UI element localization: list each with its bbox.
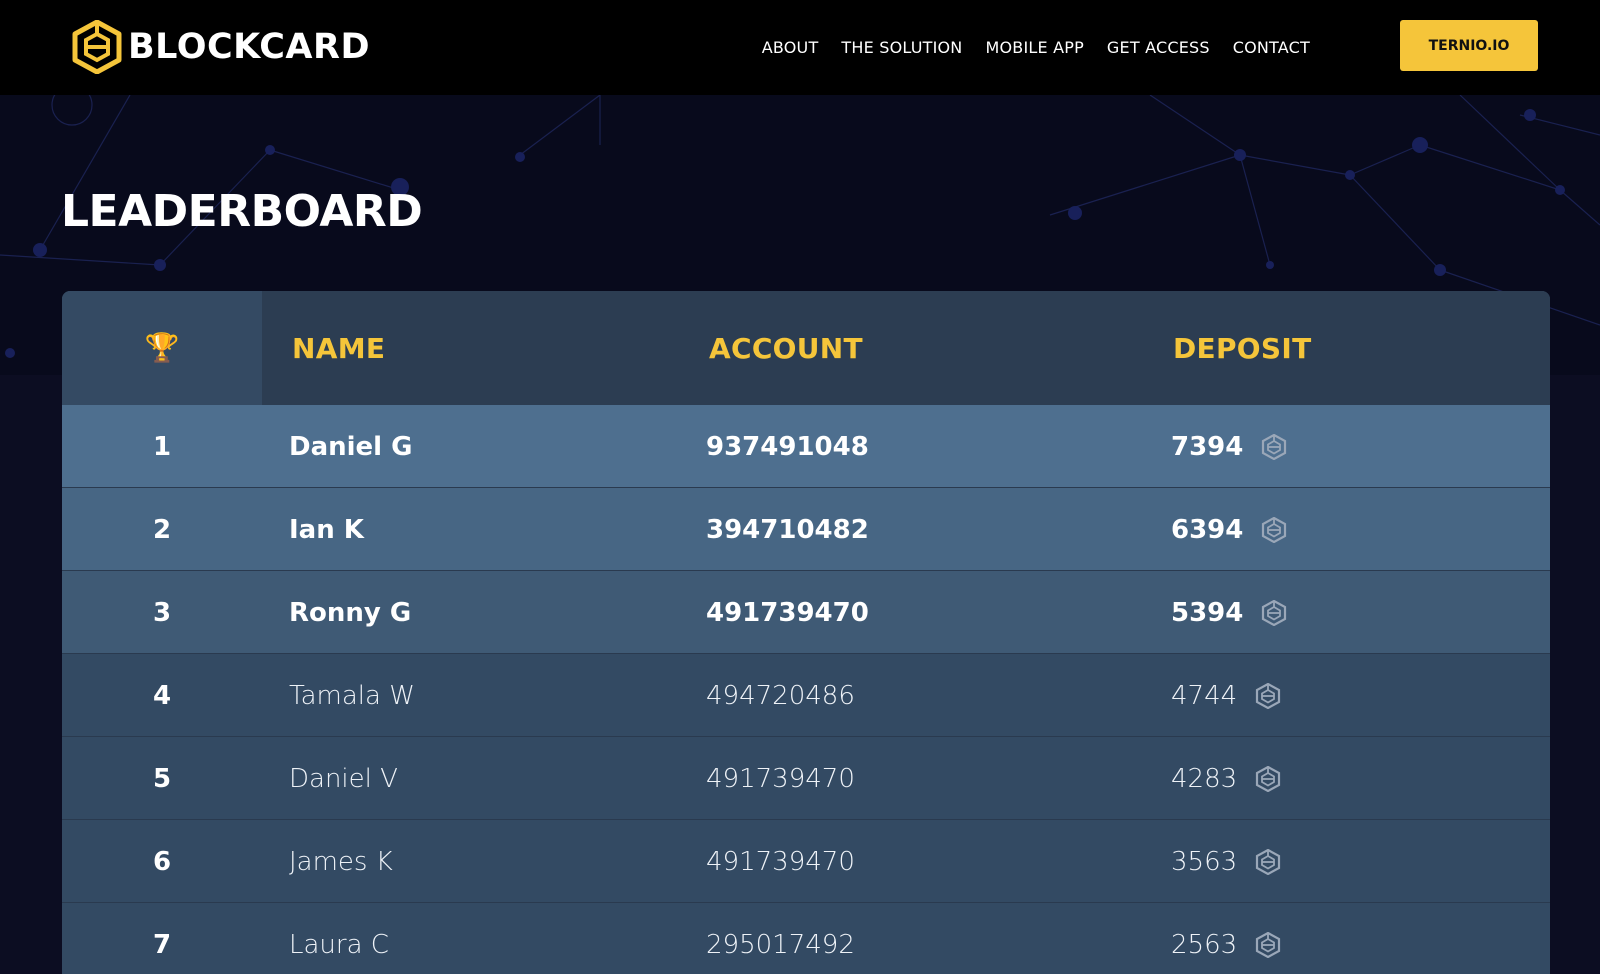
deposit-column-header: DEPOSIT	[1173, 331, 1312, 365]
account-cell: 491739470	[706, 763, 855, 794]
blockcard-cube-icon	[72, 20, 122, 74]
name-cell: Ian K	[289, 514, 364, 545]
deposit-value: 5394	[1171, 597, 1244, 628]
blockcard-coin-icon	[1256, 682, 1281, 709]
account-cell: 295017492	[706, 929, 855, 960]
blockcard-coin-icon	[1256, 848, 1281, 875]
table-row: 6 James K 491739470 3563	[62, 820, 1550, 903]
rank-cell: 5	[152, 763, 172, 794]
table-row: 3 Ronny G 491739470 5394	[62, 571, 1550, 654]
leaderboard-table: 🏆 NAME ACCOUNT DEPOSIT 1 Daniel G 937491…	[62, 291, 1550, 974]
blockcard-coin-icon	[1262, 433, 1287, 460]
table-row: 5 Daniel V 491739470 4283	[62, 737, 1550, 820]
deposit-cell: 2563	[1171, 903, 1281, 974]
deposit-cell: 5394	[1171, 571, 1287, 654]
page-title: LEADERBOARD	[61, 186, 423, 237]
deposit-value: 3563	[1171, 846, 1238, 877]
name-cell: Daniel V	[289, 763, 398, 794]
deposit-value: 4283	[1171, 763, 1238, 794]
account-cell: 937491048	[706, 431, 869, 462]
nav-link-the-solution[interactable]: THE SOLUTION	[841, 38, 962, 57]
top-navbar: BLOCKCARD ABOUT THE SOLUTION MOBILE APP …	[0, 0, 1600, 95]
brand-name: BLOCKCARD	[128, 27, 370, 67]
name-cell: Laura C	[289, 929, 389, 960]
ternio-button[interactable]: TERNIO.IO	[1400, 20, 1538, 71]
rank-cell: 3	[152, 597, 172, 628]
account-cell: 394710482	[706, 514, 869, 545]
table-header: 🏆 NAME ACCOUNT DEPOSIT	[62, 291, 1550, 405]
blockcard-coin-icon	[1262, 516, 1287, 543]
nav-link-about[interactable]: ABOUT	[762, 38, 819, 57]
name-cell: Tamala W	[289, 680, 415, 711]
deposit-cell: 3563	[1171, 820, 1281, 903]
brand-logo-link[interactable]: BLOCKCARD	[72, 20, 370, 74]
table-body: 1 Daniel G 937491048 7394 2 Ian K 394710…	[62, 405, 1550, 974]
rank-cell: 7	[152, 929, 172, 960]
account-cell: 491739470	[706, 597, 869, 628]
deposit-cell: 4283	[1171, 737, 1281, 820]
name-cell: Ronny G	[289, 597, 412, 628]
account-column-header: ACCOUNT	[709, 331, 863, 365]
deposit-cell: 7394	[1171, 405, 1287, 488]
table-row: 7 Laura C 295017492 2563	[62, 903, 1550, 974]
nav-link-mobile-app[interactable]: MOBILE APP	[985, 38, 1083, 57]
rank-cell: 2	[152, 514, 172, 545]
main-nav: ABOUT THE SOLUTION MOBILE APP GET ACCESS…	[762, 0, 1310, 95]
deposit-value: 4744	[1171, 680, 1238, 711]
deposit-cell: 4744	[1171, 654, 1281, 737]
deposit-cell: 6394	[1171, 488, 1287, 571]
blockcard-coin-icon	[1256, 765, 1281, 792]
account-cell: 494720486	[706, 680, 855, 711]
table-row: 1 Daniel G 937491048 7394	[62, 405, 1550, 488]
blockcard-coin-icon	[1262, 599, 1287, 626]
trophy-icon: 🏆	[144, 331, 180, 364]
account-cell: 491739470	[706, 846, 855, 877]
name-cell: Daniel G	[289, 431, 413, 462]
rank-cell: 4	[152, 680, 172, 711]
deposit-value: 2563	[1171, 929, 1238, 960]
blockcard-coin-icon	[1256, 931, 1281, 958]
name-column-header: NAME	[292, 331, 386, 365]
name-cell: James K	[289, 846, 393, 877]
deposit-value: 6394	[1171, 514, 1244, 545]
rank-header: 🏆	[62, 291, 262, 405]
nav-link-contact[interactable]: CONTACT	[1233, 38, 1310, 57]
deposit-value: 7394	[1171, 431, 1244, 462]
rank-cell: 1	[152, 431, 172, 462]
table-row: 4 Tamala W 494720486 4744	[62, 654, 1550, 737]
rank-cell: 6	[152, 846, 172, 877]
table-row: 2 Ian K 394710482 6394	[62, 488, 1550, 571]
nav-link-get-access[interactable]: GET ACCESS	[1107, 38, 1210, 57]
